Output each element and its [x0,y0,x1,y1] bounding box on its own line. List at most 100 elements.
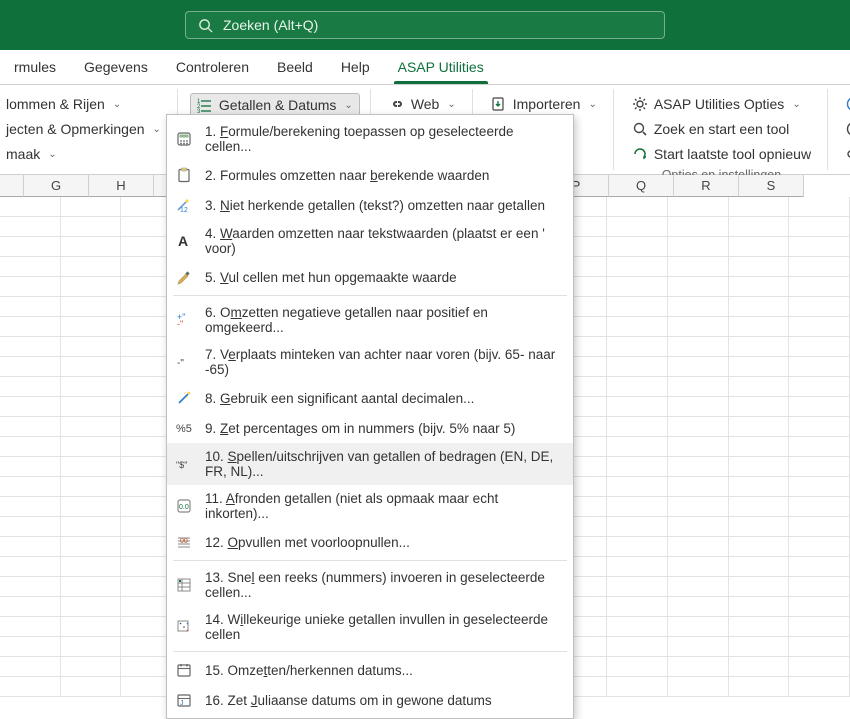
cell[interactable] [0,637,61,657]
cell[interactable] [729,637,790,657]
cell[interactable] [729,257,790,277]
column-header[interactable] [0,175,24,197]
cell[interactable] [607,557,668,577]
cell[interactable] [668,437,729,457]
column-header[interactable]: G [24,175,89,197]
cell[interactable] [668,497,729,517]
menu-item[interactable]: J16. Zet Juliaanse datums om in gewone d… [167,685,573,715]
menu-item[interactable]: 0012. Opvullen met voorloopnullen... [167,527,573,557]
btn-online-faq[interactable]: ? Online FA [840,93,850,115]
cell[interactable] [789,297,850,317]
cell[interactable] [668,637,729,657]
cell[interactable] [668,657,729,677]
cell[interactable] [607,497,668,517]
cell[interactable] [668,517,729,537]
cell[interactable] [789,357,850,377]
cell[interactable] [789,317,850,337]
cell[interactable] [729,517,790,537]
tab-controleren[interactable]: Controleren [162,51,263,84]
cell[interactable] [0,677,61,697]
cell[interactable] [0,257,61,277]
cell[interactable] [789,657,850,677]
column-header[interactable]: H [89,175,154,197]
menu-item[interactable]: 1. Formule/berekening toepassen op gesel… [167,118,573,160]
btn-zoek-start-tool[interactable]: Zoek en start een tool [626,118,817,140]
cell[interactable] [61,397,122,417]
cell[interactable] [729,417,790,437]
cell[interactable] [607,317,668,337]
cell[interactable] [0,517,61,537]
cell[interactable] [61,377,122,397]
cell[interactable] [729,497,790,517]
cell[interactable] [607,617,668,637]
cell[interactable] [61,577,122,597]
menu-item[interactable]: 15. Omzetten/herkennen datums... [167,655,573,685]
cell[interactable] [61,537,122,557]
cell[interactable] [729,557,790,577]
cell[interactable] [729,477,790,497]
cell[interactable] [0,417,61,437]
cell[interactable] [789,277,850,297]
cell[interactable] [607,657,668,677]
cell[interactable] [0,657,61,677]
cell[interactable] [729,657,790,677]
cell[interactable] [607,377,668,397]
cell[interactable] [668,197,729,217]
cell[interactable] [0,377,61,397]
cell[interactable] [607,477,668,497]
cell[interactable] [729,217,790,237]
cell[interactable] [607,197,668,217]
cell[interactable] [0,577,61,597]
cell[interactable] [0,617,61,637]
cell[interactable] [789,577,850,597]
tab-gegevens[interactable]: Gegevens [70,51,162,84]
cell[interactable] [668,237,729,257]
cell[interactable] [607,337,668,357]
cell[interactable] [607,257,668,277]
cell[interactable] [607,417,668,437]
cell[interactable] [789,237,850,257]
cell[interactable] [0,237,61,257]
tab-formules[interactable]: rmules [0,51,70,84]
cell[interactable] [668,377,729,397]
cell[interactable] [61,417,122,437]
column-header[interactable]: R [674,175,739,197]
tab-help[interactable]: Help [327,51,384,84]
cell[interactable] [0,317,61,337]
cell[interactable] [668,557,729,577]
cell[interactable] [61,517,122,537]
cell[interactable] [0,357,61,377]
cell[interactable] [61,197,122,217]
cell[interactable] [607,357,668,377]
cell[interactable] [607,677,668,697]
menu-item[interactable]: -"7. Verplaats minteken van achter naar … [167,341,573,383]
cell[interactable] [668,617,729,637]
cell[interactable] [668,337,729,357]
cell[interactable] [668,317,729,337]
cell[interactable] [789,377,850,397]
menu-item[interactable]: +"-"6. Omzetten negatieve getallen naar … [167,299,573,341]
cell[interactable] [729,597,790,617]
cell[interactable] [668,297,729,317]
cell[interactable] [789,337,850,357]
cell[interactable] [668,417,729,437]
column-header[interactable]: S [739,175,804,197]
cell[interactable] [729,397,790,417]
btn-objecten-opmerkingen[interactable]: jecten & Opmerkingen ⌄ [0,118,167,140]
cell[interactable] [607,637,668,657]
cell[interactable] [0,557,61,577]
cell[interactable] [668,597,729,617]
cell[interactable] [61,357,122,377]
cell[interactable] [789,497,850,517]
btn-web[interactable]: Web ⌄ [383,93,462,115]
menu-item[interactable]: %59. Zet percentages om in nummers (bijv… [167,413,573,443]
cell[interactable] [0,457,61,477]
cell[interactable] [0,477,61,497]
cell[interactable] [729,677,790,697]
cell[interactable] [61,637,122,657]
cell[interactable] [61,257,122,277]
cell[interactable] [729,197,790,217]
cell[interactable] [668,257,729,277]
cell[interactable] [789,617,850,637]
cell[interactable] [607,437,668,457]
